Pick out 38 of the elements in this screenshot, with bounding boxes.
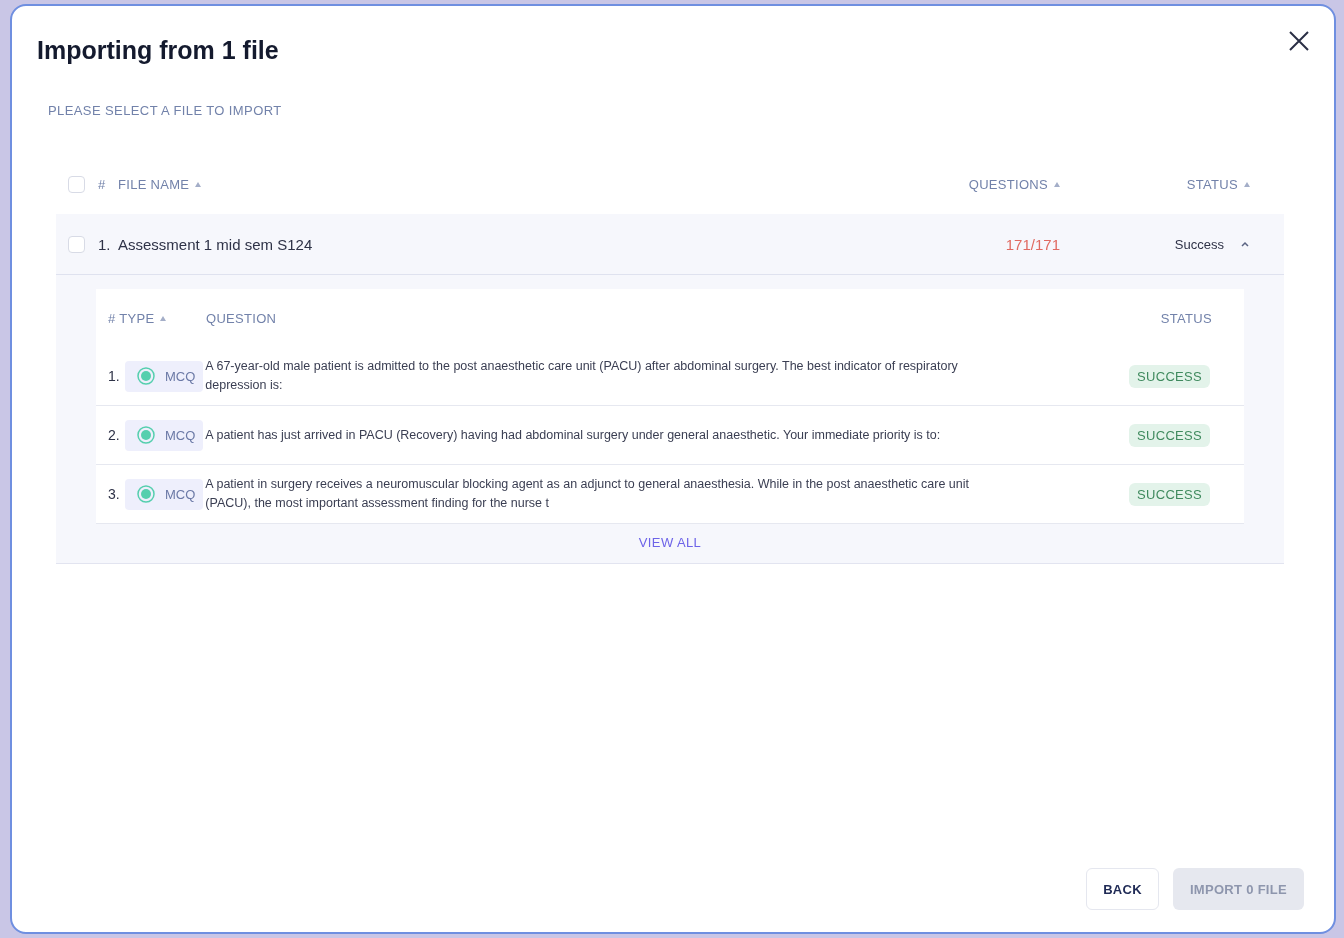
status-badge: SUCCESS [1129,482,1210,506]
status-text: Success [1174,236,1224,252]
status-badge: SUCCESS [1129,364,1210,388]
column-header[interactable]: # TYPE [108,310,206,326]
file-row[interactable] [56,214,1284,564]
dialog-subtitle: PLEASE SELECT A FILE TO IMPORT [48,103,283,118]
caret-icon[interactable] [1240,240,1250,248]
radio-icon [137,367,155,385]
question-text: A patient in surgery receives a neuromuscular blocking agent as an adjunct to general anaesthesia. While in the post anaesthetic care unit (PACU), the most important assessment finding for the nurse t [205,476,970,512]
sort-icon[interactable] [1054,181,1060,187]
row-number: 3. [108,486,121,502]
column-header[interactable]: STATUS [1060,176,1272,192]
question-text: A 67-year-old male patient is admitted to the post anaesthetic care unit (PACU) after abdominal surgery. The best indicator of respiratory depression is: [205,358,959,394]
dialog-title: Importing from 1 file [36,36,280,65]
radio-icon [137,426,155,444]
question-count: 171/171 [1004,235,1060,253]
status-badge: SUCCESS [1129,423,1210,447]
question-text: A patient has just arrived in PACU (Recovery) having had abdominal surgery under general anaesthetic. Your immediate priority is to: [205,426,942,444]
sort-icon[interactable] [195,181,202,187]
view-all-link[interactable]: VIEW ALL [632,534,708,551]
radio-icon [137,485,155,503]
back-button[interactable]: BACK [1086,868,1159,910]
column-header: STATUS [1159,310,1213,326]
sort-icon[interactable] [1244,181,1250,187]
sort-icon[interactable] [160,315,167,321]
column-header[interactable]: FILE NAME [118,176,840,192]
type-label: MCQ [165,486,196,502]
column-header: QUESTION [206,310,278,326]
file-name: Assessment 1 mid sem S124 [118,235,314,253]
row-checkbox[interactable] [68,235,85,253]
column-header[interactable]: QUESTIONS [840,176,1060,192]
row-number: 1. [108,368,121,384]
type-label: MCQ [165,368,196,384]
select-all-checkbox[interactable] [68,175,85,193]
column-header: # [98,176,107,192]
row-number: 2. [108,427,121,443]
row-number: 1. [98,235,112,253]
type-label: MCQ [165,427,196,443]
